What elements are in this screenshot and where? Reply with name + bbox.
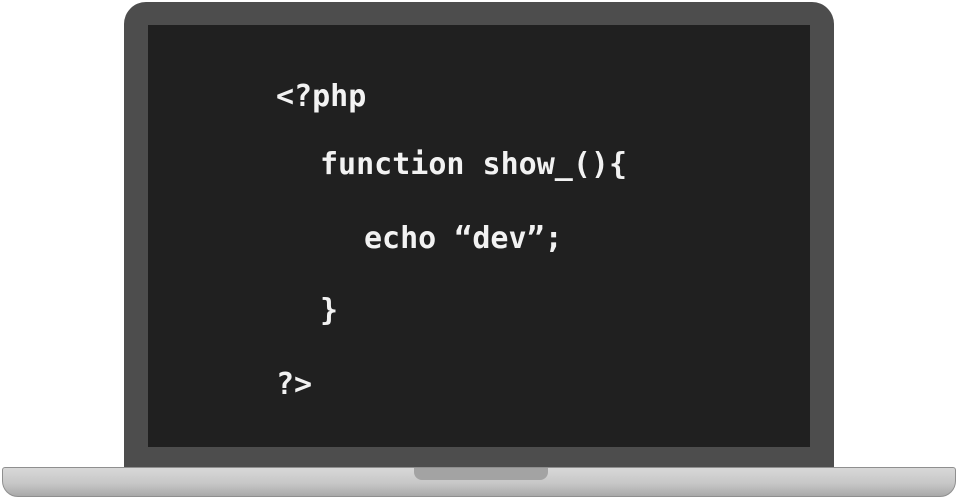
code-line-function-declaration: function show_(){: [320, 147, 628, 182]
laptop-screen: <?php function show_(){ echo “dev”; } ?>: [148, 25, 810, 447]
laptop-base: [2, 467, 956, 497]
code-line-php-open: <?php: [276, 79, 367, 114]
code-line-closing-brace: }: [320, 293, 339, 328]
code-line-echo-statement: echo “dev”;: [364, 221, 563, 256]
laptop-illustration: <?php function show_(){ echo “dev”; } ?>: [0, 0, 958, 500]
code-line-php-close: ?>: [276, 367, 313, 402]
laptop-opening-notch: [414, 468, 548, 480]
